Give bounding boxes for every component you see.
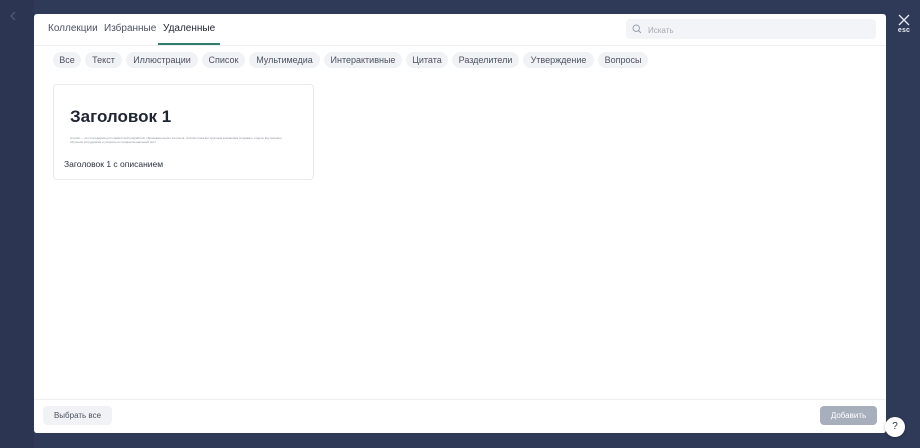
blocks-modal: Коллекции Избранные Удаленные Все Текст … [34, 14, 886, 433]
tab-deleted[interactable]: Удаленные [157, 14, 221, 45]
select-all-button[interactable]: Выбрать все [43, 406, 112, 425]
filter-multimedia[interactable]: Мультимедиа [249, 52, 320, 68]
modal-header: Коллекции Избранные Удаленные [34, 14, 886, 46]
backdrop-panel [0, 0, 34, 448]
filter-dividers[interactable]: Разделители [452, 52, 519, 68]
filter-interactive[interactable]: Интерактивные [324, 52, 402, 68]
block-card[interactable]: Заголовок 1 Umnda — это платформа для со… [53, 84, 314, 180]
filter-illustrations[interactable]: Иллюстрации [126, 52, 198, 68]
card-caption: Заголовок 1 с описанием [64, 159, 164, 169]
tab-favorites[interactable]: Избранные [104, 14, 156, 44]
filter-questions[interactable]: Вопросы [598, 52, 648, 68]
search-input[interactable] [646, 21, 870, 39]
tab-collections[interactable]: Коллекции [48, 14, 98, 44]
modal-footer: Выбрать все Добавить [34, 399, 886, 433]
filter-text[interactable]: Текст [85, 52, 122, 68]
close-icon [898, 14, 910, 26]
arrow-left-icon [8, 8, 22, 22]
add-button[interactable]: Добавить [820, 406, 877, 425]
help-button[interactable]: ? [885, 417, 905, 437]
search-box [626, 19, 876, 39]
filter-quote[interactable]: Цитата [406, 52, 448, 68]
card-description: Umnda — это платформа для совместной раз… [70, 136, 282, 144]
filter-statement[interactable]: Утверждение [523, 52, 594, 68]
close-label: esc [897, 27, 911, 34]
card-title: Заголовок 1 [70, 107, 172, 126]
filter-list[interactable]: Список [202, 52, 245, 68]
filter-all[interactable]: Все [53, 52, 81, 68]
search-icon [632, 24, 642, 34]
close-button[interactable]: esc [893, 14, 915, 40]
